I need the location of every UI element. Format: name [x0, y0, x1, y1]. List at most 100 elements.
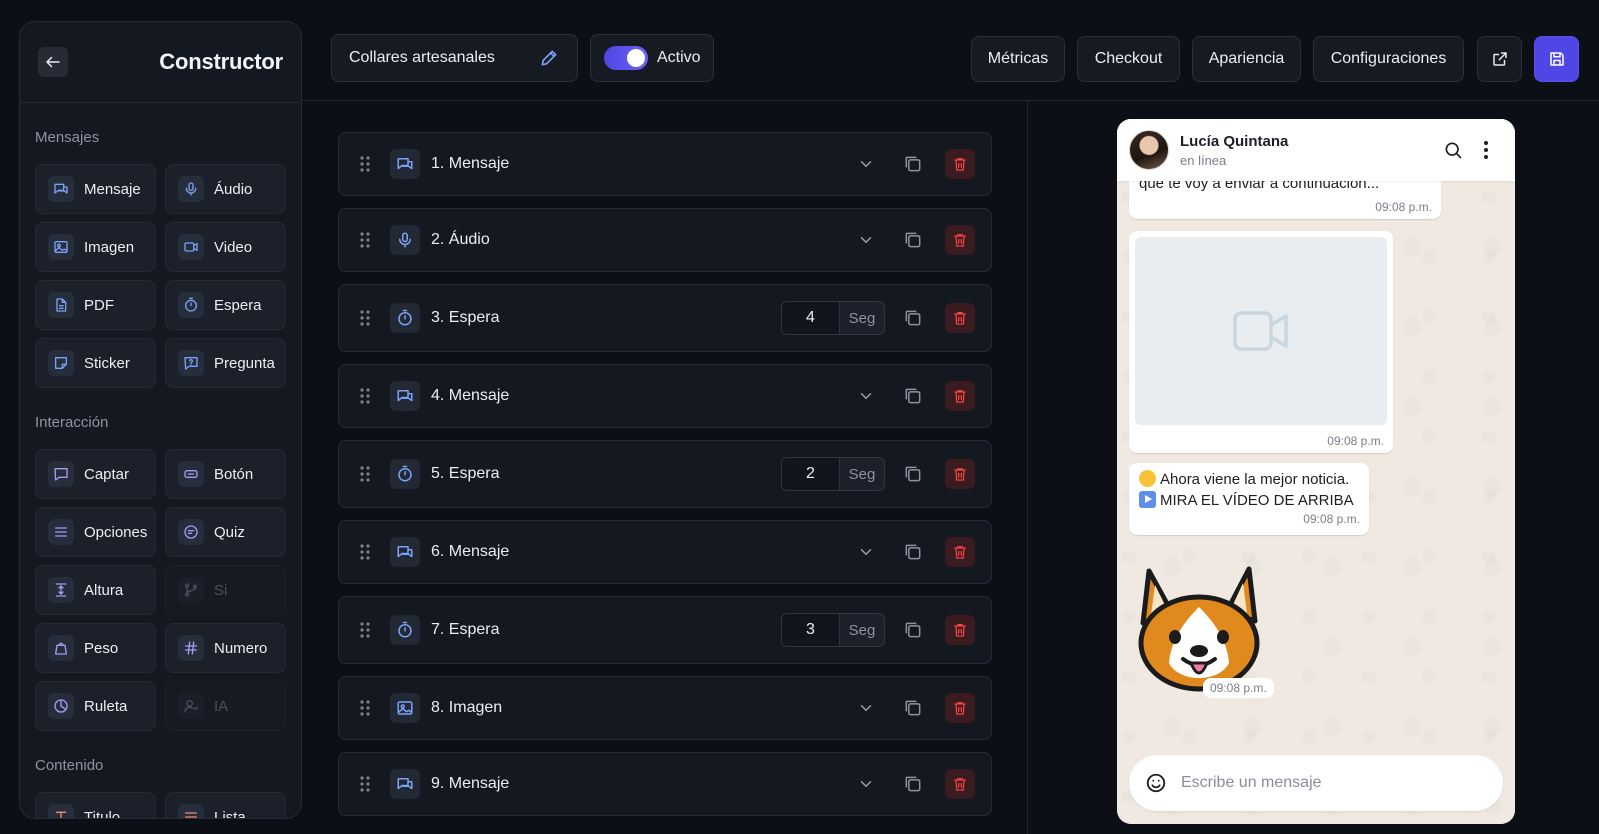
contact-info: Lucía Quintana en línea — [1180, 133, 1443, 168]
palette-item-peso[interactable]: Peso — [35, 623, 156, 673]
checkout-button[interactable]: Checkout — [1077, 36, 1180, 82]
palette-item-audio[interactable]: Áudio — [165, 164, 286, 214]
palette-item-titulo[interactable]: Titulo — [35, 792, 156, 818]
delete-button[interactable] — [945, 459, 975, 489]
chevron-down-icon[interactable] — [857, 775, 877, 793]
delete-button[interactable] — [945, 381, 975, 411]
delete-button[interactable] — [945, 149, 975, 179]
step-label: 6. Mensaje — [431, 543, 510, 560]
step-row[interactable]: 8. Imagen — [338, 676, 992, 740]
duplicate-icon[interactable] — [903, 542, 925, 562]
duplicate-icon[interactable] — [903, 230, 925, 250]
palette-item-label: Ruleta — [84, 697, 128, 715]
sticker-icon — [48, 350, 74, 376]
delete-button[interactable] — [945, 303, 975, 333]
palette-item-label: Sticker — [84, 354, 130, 372]
palette-item-label: Numero — [214, 639, 268, 657]
drag-handle-icon[interactable] — [359, 309, 373, 327]
step-row[interactable]: 5. Espera 2 Seg — [338, 440, 992, 508]
search-icon[interactable] — [1443, 140, 1465, 160]
palette-item-pdf[interactable]: PDF — [35, 280, 156, 330]
active-toggle[interactable] — [604, 46, 648, 70]
palette-item-numero[interactable]: Numero — [165, 623, 286, 673]
palette-item-imagen[interactable]: Imagen — [35, 222, 156, 272]
drag-handle-icon[interactable] — [359, 387, 373, 405]
sidebar-header: Constructor — [20, 22, 301, 103]
drag-handle-icon[interactable] — [359, 231, 373, 249]
back-button[interactable] — [38, 47, 68, 77]
appearance-button[interactable]: Apariencia — [1192, 36, 1301, 82]
open-external-button[interactable] — [1477, 36, 1522, 82]
step-row[interactable]: 9. Mensaje — [338, 752, 992, 816]
drag-handle-icon[interactable] — [359, 699, 373, 717]
trash-icon — [952, 232, 968, 248]
duplicate-icon[interactable] — [903, 774, 925, 794]
duplicate-icon[interactable] — [903, 308, 925, 328]
delete-button[interactable] — [945, 615, 975, 645]
step-row[interactable]: 1. Mensaje — [338, 132, 992, 196]
palette-item-ruleta[interactable]: Ruleta — [35, 681, 156, 731]
drag-handle-icon[interactable] — [359, 465, 373, 483]
delete-button[interactable] — [945, 537, 975, 567]
title-icon — [48, 804, 74, 818]
palette-item-altura[interactable]: Altura — [35, 565, 156, 615]
settings-button[interactable]: Configuraciones — [1313, 36, 1464, 82]
palette-item-quiz[interactable]: Quiz — [165, 507, 286, 557]
palette-item-label: Lista — [214, 808, 246, 819]
palette-item-boton[interactable]: Botón — [165, 449, 286, 499]
drag-handle-icon[interactable] — [359, 775, 373, 793]
pencil-icon[interactable] — [539, 48, 559, 68]
palette-item-lista[interactable]: Lista — [165, 792, 286, 819]
wait-value[interactable]: 4 — [782, 302, 840, 334]
step-row[interactable]: 2. Áudio — [338, 208, 992, 272]
trash-icon — [952, 544, 968, 560]
wait-duration-field[interactable]: 4 Seg — [781, 301, 885, 335]
palette-item-label: Si — [214, 581, 228, 599]
trash-icon — [952, 776, 968, 792]
drag-handle-icon[interactable] — [359, 155, 373, 173]
step-label: 3. Espera — [431, 309, 500, 326]
wait-value[interactable]: 2 — [782, 458, 840, 490]
step-label: 8. Imagen — [431, 699, 503, 716]
wait-value[interactable]: 3 — [782, 614, 840, 646]
chevron-down-icon[interactable] — [857, 387, 877, 405]
duplicate-icon[interactable] — [903, 620, 925, 640]
wait-duration-field[interactable]: 2 Seg — [781, 457, 885, 491]
palette-item-video[interactable]: Video — [165, 222, 286, 272]
section-title-mensajes: Mensajes — [35, 129, 100, 146]
trash-icon — [952, 310, 968, 326]
chevron-down-icon[interactable] — [857, 155, 877, 173]
delete-button[interactable] — [945, 693, 975, 723]
delete-button[interactable] — [945, 769, 975, 799]
flow-name-field[interactable]: Collares artesanales — [331, 34, 578, 82]
metrics-button[interactable]: Métricas — [971, 36, 1065, 82]
step-label: 5. Espera — [431, 465, 500, 482]
more-vertical-icon[interactable] — [1483, 140, 1497, 160]
wait-duration-field[interactable]: 3 Seg — [781, 613, 885, 647]
step-label: 7. Espera — [431, 621, 500, 638]
delete-button[interactable] — [945, 225, 975, 255]
palette-item-pregunta[interactable]: Pregunta — [165, 338, 286, 388]
step-row[interactable]: 4. Mensaje — [338, 364, 992, 428]
video-placeholder[interactable] — [1135, 237, 1387, 425]
emoji-icon[interactable] — [1145, 772, 1167, 794]
duplicate-icon[interactable] — [903, 698, 925, 718]
step-row[interactable]: 6. Mensaje — [338, 520, 992, 584]
duplicate-icon[interactable] — [903, 386, 925, 406]
chevron-down-icon[interactable] — [857, 231, 877, 249]
drag-handle-icon[interactable] — [359, 543, 373, 561]
message-input[interactable] — [1181, 774, 1481, 792]
palette-item-sticker[interactable]: Sticker — [35, 338, 156, 388]
duplicate-icon[interactable] — [903, 154, 925, 174]
step-row[interactable]: 7. Espera 3 Seg — [338, 596, 992, 664]
palette-item-opciones[interactable]: Opciones — [35, 507, 156, 557]
palette-item-espera[interactable]: Espera — [165, 280, 286, 330]
duplicate-icon[interactable] — [903, 464, 925, 484]
chevron-down-icon[interactable] — [857, 543, 877, 561]
chevron-down-icon[interactable] — [857, 699, 877, 717]
palette-item-mensaje[interactable]: Mensaje — [35, 164, 156, 214]
step-row[interactable]: 3. Espera 4 Seg — [338, 284, 992, 352]
save-button[interactable] — [1534, 36, 1579, 82]
palette-item-captar[interactable]: Captar — [35, 449, 156, 499]
drag-handle-icon[interactable] — [359, 621, 373, 639]
